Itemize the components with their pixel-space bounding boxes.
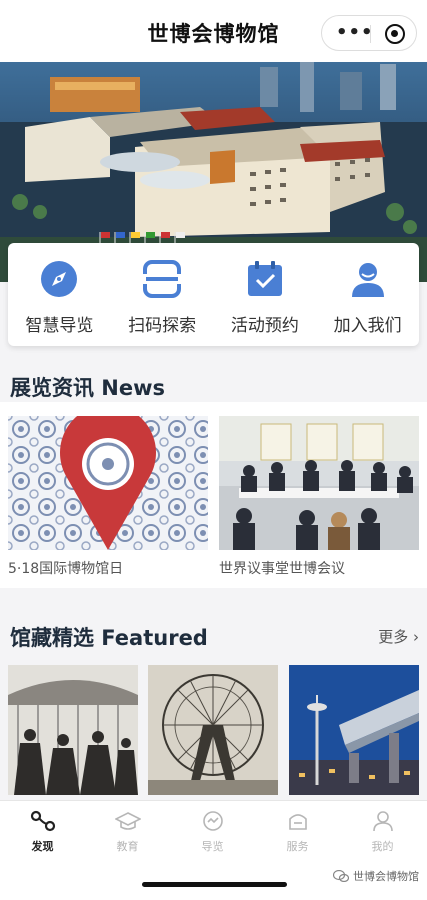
tab-guide[interactable]: 导览 xyxy=(170,809,255,854)
news-card[interactable]: 5·18国际博物馆日 xyxy=(8,416,208,578)
compass-icon xyxy=(41,261,78,297)
quick-item-join[interactable]: 加入我们 xyxy=(316,243,419,346)
calendar-check-icon xyxy=(247,261,282,296)
quick-item-label: 活动预约 xyxy=(230,316,299,336)
more-label: 更多 xyxy=(378,628,409,646)
conference-photo xyxy=(219,416,419,550)
tab-label: 导览 xyxy=(201,840,224,853)
tab-education[interactable]: 教育 xyxy=(85,809,170,854)
mini-program-capsule: ••• xyxy=(321,15,417,51)
news-card[interactable]: 世界议事堂世博会议 xyxy=(219,416,419,578)
featured-item[interactable] xyxy=(289,665,419,795)
featured-section-title: 馆藏精选 Featured xyxy=(10,626,208,650)
top-bar: 世博会博物馆 ••• xyxy=(0,0,427,62)
service-icon xyxy=(288,814,307,830)
graduation-cap-icon xyxy=(114,812,141,830)
discover-icon xyxy=(30,810,55,832)
more-options-icon[interactable]: ••• xyxy=(336,24,374,42)
wechat-logo-icon xyxy=(333,870,349,882)
featured-item[interactable] xyxy=(148,665,278,795)
profile-icon xyxy=(372,811,393,832)
quick-item-label: 智慧导览 xyxy=(25,316,94,336)
chevron-right-icon: › xyxy=(413,628,419,646)
guide-icon xyxy=(202,811,223,831)
quick-item-label: 扫码探索 xyxy=(128,316,197,336)
news-caption: 世界议事堂世博会议 xyxy=(219,561,345,577)
scan-icon xyxy=(142,260,183,298)
ferris-wheel-image xyxy=(148,665,278,795)
wechat-watermark: 世博会博物馆 xyxy=(333,868,419,884)
tab-label: 服务 xyxy=(286,840,309,853)
tab-profile[interactable]: 我的 xyxy=(340,809,425,854)
quick-item-label: 加入我们 xyxy=(333,316,402,336)
news-list: 5·18国际博物馆日 世界议事堂世博会议 xyxy=(0,402,427,588)
tab-label: 我的 xyxy=(371,840,394,853)
victorian-engraving-image xyxy=(8,665,138,795)
user-icon xyxy=(351,263,384,297)
capsule-divider xyxy=(370,25,371,43)
more-link[interactable]: 更多 › xyxy=(378,626,419,647)
quick-item-smart-guide[interactable]: 智慧导览 xyxy=(8,243,111,346)
news-caption: 5·18国际博物馆日 xyxy=(8,561,124,577)
news-section-title: 展览资讯 News xyxy=(10,376,166,400)
museum-day-pin-image xyxy=(8,416,208,550)
tab-label: 发现 xyxy=(31,840,54,853)
home-indicator[interactable] xyxy=(142,882,287,887)
quick-menu: 智慧导览 扫码探索 活动预约 加入我们 xyxy=(8,243,419,346)
tab-discover[interactable]: 发现 xyxy=(0,809,85,854)
featured-item[interactable] xyxy=(8,665,138,795)
tab-service[interactable]: 服务 xyxy=(255,809,340,854)
tab-label: 教育 xyxy=(116,840,139,853)
news-image xyxy=(219,416,419,550)
quick-item-booking[interactable]: 活动预约 xyxy=(214,243,317,346)
watermark-text: 世博会博物馆 xyxy=(353,870,419,883)
space-needle-monorail-image xyxy=(289,665,419,795)
quick-item-scan[interactable]: 扫码探索 xyxy=(111,243,214,346)
news-image xyxy=(8,416,208,550)
close-program-icon[interactable] xyxy=(385,24,405,44)
